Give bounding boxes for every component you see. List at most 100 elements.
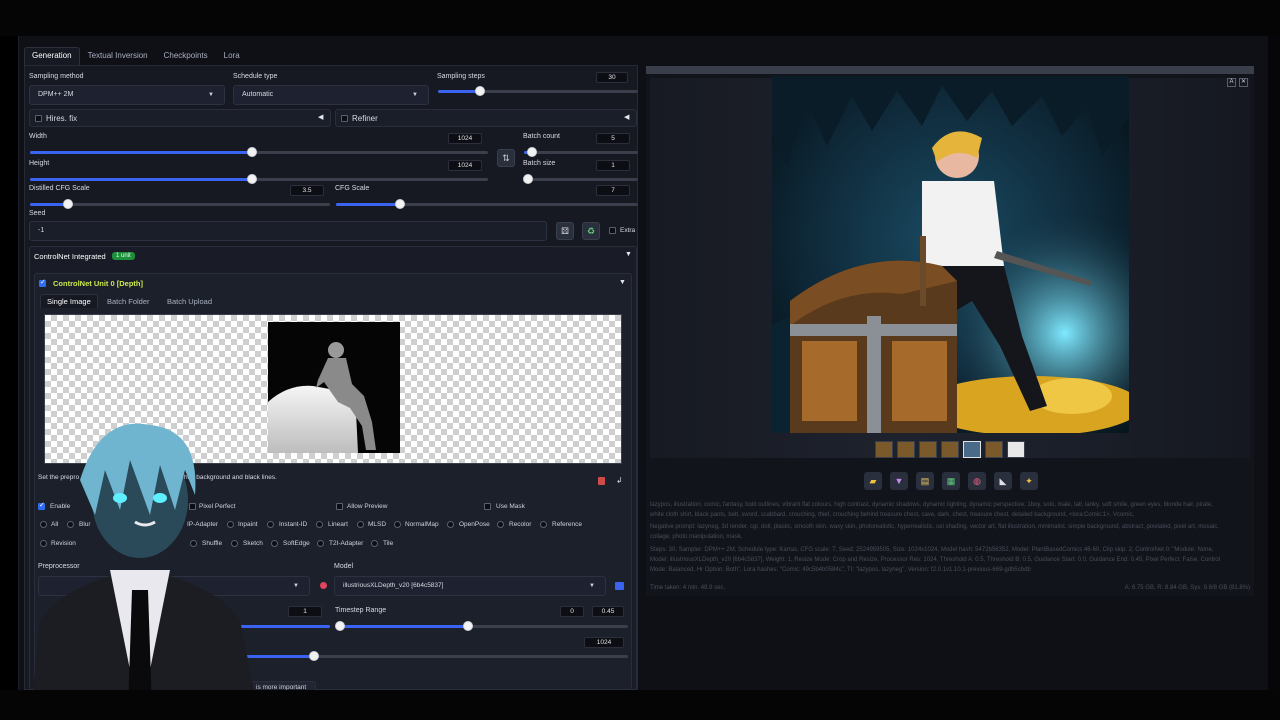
seed-input[interactable]: -1 — [29, 221, 547, 241]
use-mask-checkbox[interactable] — [484, 503, 491, 510]
tab-generation[interactable]: Generation — [24, 47, 80, 65]
slider-handle[interactable] — [247, 174, 257, 184]
control-type-radio[interactable] — [357, 521, 364, 528]
control-type-radio[interactable] — [271, 540, 278, 547]
control-type-reference[interactable]: Reference — [552, 521, 582, 528]
control-type-lineart[interactable]: Lineart — [328, 521, 348, 528]
recycle-icon[interactable]: ♻ — [582, 222, 600, 240]
refresh-icon[interactable] — [615, 582, 624, 590]
controlnet-unit-title[interactable]: ControlNet Unit 0 [Depth] — [53, 279, 143, 288]
distilled-cfg-input[interactable]: 3.5 — [290, 185, 324, 196]
width-input[interactable]: 1024 — [448, 133, 482, 144]
fullscreen-icon[interactable]: A — [1227, 78, 1236, 87]
batch-count-slider[interactable] — [524, 147, 638, 157]
use-mask-label: Use Mask — [496, 503, 525, 510]
send-to-extras-icon[interactable]: ◣ — [994, 472, 1012, 490]
thumbnail[interactable] — [985, 441, 1003, 458]
tab-single-image[interactable]: Single Image — [40, 294, 98, 308]
control-type-radio[interactable] — [447, 521, 454, 528]
sampling-steps-input[interactable]: 30 — [596, 72, 628, 83]
run-preprocessor-icon[interactable] — [320, 582, 327, 589]
tab-batch-upload[interactable]: Batch Upload — [167, 297, 212, 306]
control-weight-input[interactable]: 1 — [288, 606, 322, 617]
collapse-down-icon[interactable]: ▼ — [625, 251, 632, 258]
sampling-steps-slider[interactable] — [438, 86, 638, 96]
height-input[interactable]: 1024 — [448, 160, 482, 171]
control-type-radio[interactable] — [497, 521, 504, 528]
sparkle-icon[interactable]: ✦ — [1020, 472, 1038, 490]
close-icon[interactable]: ✕ — [1239, 78, 1248, 87]
thumbnail-selected[interactable] — [963, 441, 981, 458]
refiner-accordion[interactable] — [335, 109, 637, 127]
slider-handle[interactable] — [475, 86, 485, 96]
slider-handle-end[interactable] — [463, 621, 473, 631]
batch-size-input[interactable]: 1 — [596, 160, 630, 171]
save-icon[interactable]: ▼ — [890, 472, 908, 490]
schedule-type-value: Automatic — [242, 91, 274, 98]
timestep-start-input[interactable]: 0 — [560, 606, 584, 617]
height-slider[interactable] — [30, 174, 488, 184]
control-type-openpose[interactable]: OpenPose — [459, 521, 490, 528]
slider-handle[interactable] — [527, 147, 537, 157]
control-type-radio[interactable] — [540, 521, 547, 528]
batch-count-input[interactable]: 5 — [596, 133, 630, 144]
control-type-radio[interactable] — [394, 521, 401, 528]
cfg-scale-slider[interactable] — [336, 199, 638, 209]
collapse-left-icon[interactable]: ◀ — [624, 113, 629, 121]
slider-handle[interactable] — [523, 174, 533, 184]
control-type-tile[interactable]: Tile — [383, 540, 393, 547]
control-type-softedge[interactable]: SoftEdge — [283, 540, 310, 547]
send-to-img2img-icon[interactable]: ▦ — [942, 472, 960, 490]
send-to-inpaint-icon[interactable]: ◍ — [968, 472, 986, 490]
collapse-down-icon[interactable]: ▼ — [619, 279, 626, 286]
control-type-normalmap[interactable]: NormalMap — [405, 521, 439, 528]
control-type-t2i-adapter[interactable]: T2I-Adapter — [329, 540, 363, 547]
width-slider[interactable] — [30, 147, 488, 157]
control-type-instant-id[interactable]: Instant-ID — [279, 521, 307, 528]
thumbnail[interactable] — [875, 441, 893, 458]
unit-enable-checkbox[interactable] — [39, 278, 46, 287]
slider-handle[interactable] — [395, 199, 405, 209]
slider-handle[interactable] — [309, 651, 319, 661]
batch-size-slider[interactable] — [523, 174, 638, 184]
cfg-scale-input[interactable]: 7 — [596, 185, 630, 196]
controlnet-title[interactable]: ControlNet Integrated — [34, 252, 106, 261]
control-type-radio[interactable] — [371, 540, 378, 547]
tab-textual-inversion[interactable]: Textual Inversion — [80, 47, 156, 65]
arrow-icon[interactable]: ↲ — [616, 476, 623, 485]
collapse-left-icon[interactable]: ◀ — [318, 113, 323, 121]
dice-icon[interactable]: ⚄ — [556, 222, 574, 240]
schedule-type-select[interactable]: Automatic ▼ — [233, 85, 429, 105]
hires-fix-checkbox[interactable] — [35, 115, 42, 122]
slider-handle-start[interactable] — [335, 621, 345, 631]
folder-icon[interactable]: ▰ — [864, 472, 882, 490]
model-select[interactable]: illustriousXLDepth_v20 [6b4c5837] ▼ — [334, 576, 606, 596]
allow-preview-checkbox[interactable] — [336, 503, 343, 510]
refiner-checkbox[interactable] — [341, 115, 348, 122]
extra-seed-checkbox[interactable] — [609, 227, 616, 234]
resolution-input[interactable]: 1024 — [584, 637, 624, 648]
generated-image[interactable] — [772, 76, 1129, 433]
sampling-method-label: Sampling method — [29, 73, 84, 80]
swap-arrows-icon[interactable]: ⇅ — [497, 149, 515, 167]
tab-batch-folder[interactable]: Batch Folder — [107, 297, 150, 306]
document-icon[interactable] — [598, 477, 605, 485]
tab-lora[interactable]: Lora — [216, 47, 248, 65]
timestep-range-slider[interactable] — [335, 621, 628, 631]
timestep-end-input[interactable]: 0.45 — [592, 606, 624, 617]
thumbnail[interactable] — [1007, 441, 1025, 458]
control-type-recolor[interactable]: Recolor — [509, 521, 531, 528]
control-type-radio[interactable] — [317, 540, 324, 547]
zip-icon[interactable]: ▤ — [916, 472, 934, 490]
thumbnail[interactable] — [941, 441, 959, 458]
control-type-mlsd[interactable]: MLSD — [368, 521, 386, 528]
tab-checkpoints[interactable]: Checkpoints — [156, 47, 216, 65]
thumbnail[interactable] — [897, 441, 915, 458]
distilled-cfg-slider[interactable] — [30, 199, 330, 209]
slider-handle[interactable] — [247, 147, 257, 157]
sampling-steps-label: Sampling steps — [437, 73, 485, 80]
thumbnail[interactable] — [919, 441, 937, 458]
sampling-method-select[interactable]: DPM++ 2M ▼ — [29, 85, 225, 105]
control-type-radio[interactable] — [316, 521, 323, 528]
slider-handle[interactable] — [63, 199, 73, 209]
